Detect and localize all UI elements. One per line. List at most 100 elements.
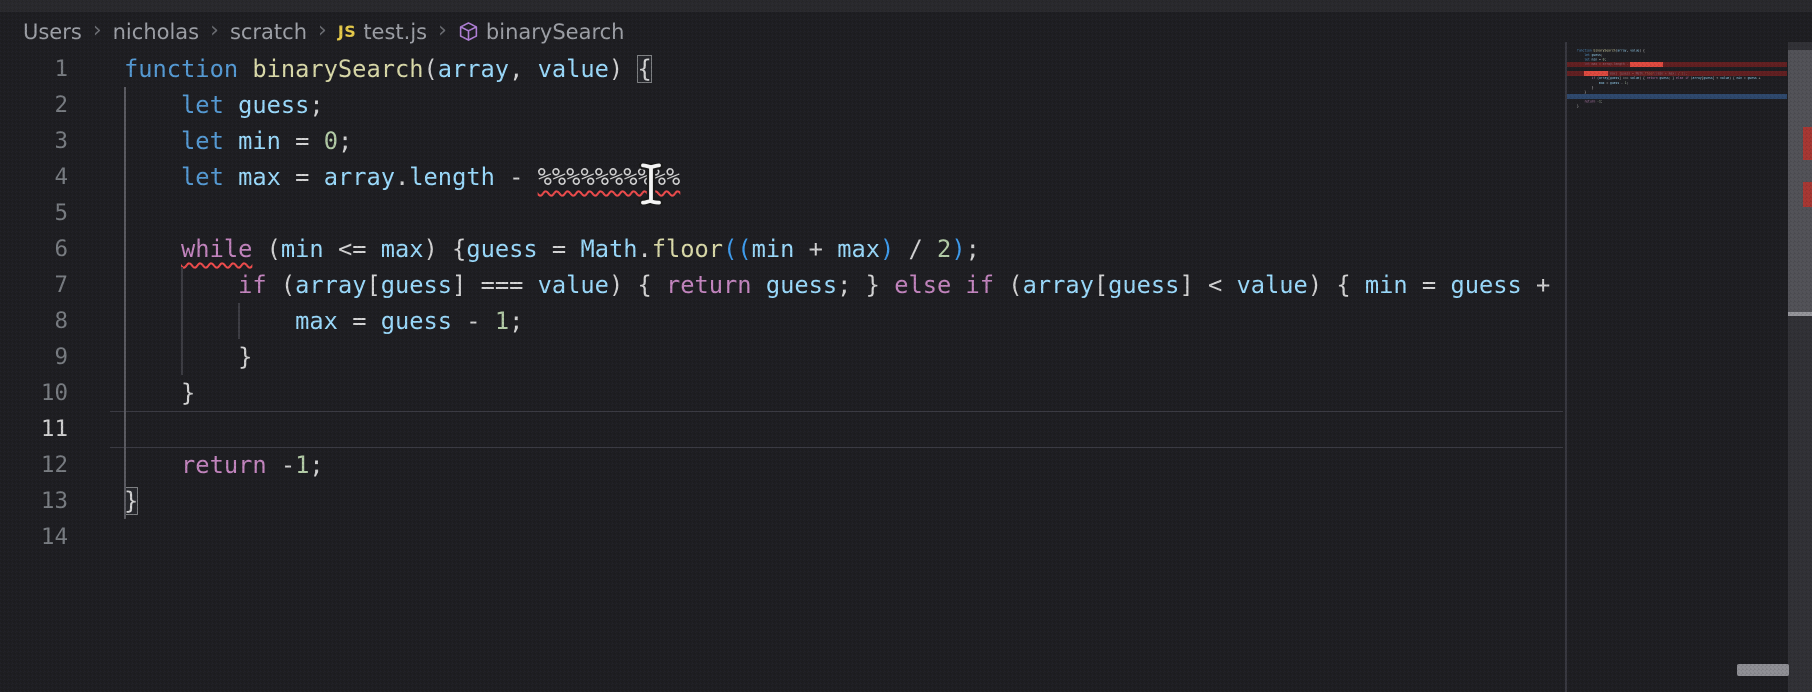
code-token: ): [880, 235, 894, 263]
code-line: 14: [0, 519, 1565, 555]
line-number[interactable]: 11: [0, 411, 68, 447]
code-token: =: [281, 163, 324, 191]
line-number[interactable]: 10: [0, 375, 68, 411]
code-token: min: [752, 235, 795, 263]
code-line-content[interactable]: if (array[guess] === value) { return gue…: [68, 267, 1550, 303]
code-line-content[interactable]: return -1;: [68, 447, 324, 483]
code-line-content[interactable]: let guess;: [68, 87, 324, 123]
breadcrumb-label: nicholas: [113, 20, 200, 44]
code-line-content[interactable]: function binarySearch(array, value) {: [68, 51, 652, 87]
line-number[interactable]: 13: [0, 483, 68, 519]
code-token: length: [409, 163, 495, 191]
code-token: [124, 235, 181, 263]
code-line-content[interactable]: [68, 195, 124, 231]
code-token: else: [1676, 76, 1683, 80]
line-number[interactable]: 6: [0, 231, 68, 267]
code-line: 10 }: [0, 375, 1565, 411]
line-number[interactable]: 7: [0, 267, 68, 303]
code-token: ] <: [1713, 76, 1720, 80]
scrollbar-error-mark: [1803, 182, 1812, 207]
code-token: ;: [1601, 99, 1603, 103]
code-line-content[interactable]: [68, 519, 124, 555]
line-number[interactable]: 5: [0, 195, 68, 231]
code-token: <=: [324, 235, 381, 263]
indent-guide: [181, 267, 183, 375]
minimap-error-chunk: [1630, 62, 1662, 67]
line-number[interactable]: 3: [0, 123, 68, 159]
breadcrumb-item-users[interactable]: Users: [23, 20, 82, 44]
code-line-content[interactable]: }: [68, 483, 138, 519]
code-token: =: [281, 127, 324, 155]
breadcrumb-item-scratch[interactable]: scratch: [230, 20, 307, 44]
breadcrumb-separator: ›: [93, 18, 102, 43]
code-line: 8 max = guess - 1;: [0, 303, 1565, 339]
breadcrumb-separator: ›: [318, 18, 327, 43]
code-token: return: [181, 451, 267, 479]
code-token: guess: [1450, 271, 1521, 299]
code-token: guess: [766, 271, 837, 299]
line-number[interactable]: 8: [0, 303, 68, 339]
code-token: [124, 451, 181, 479]
code-token: -: [495, 163, 538, 191]
minimap-line-content: }: [1577, 104, 1579, 109]
breadcrumb-separator: ›: [438, 18, 447, 43]
editor-code-area[interactable]: 1function binarySearch(array, value) {2 …: [0, 51, 1565, 692]
code-token: 1: [295, 451, 309, 479]
code-token: [124, 127, 181, 155]
code-token: }: [1577, 86, 1594, 90]
code-line-content[interactable]: }: [68, 375, 195, 411]
minimap[interactable]: function binarySearch(array, value) { le…: [1577, 48, 1787, 688]
code-token: guess: [1610, 81, 1619, 85]
breadcrumb-item-test-js[interactable]: JStest.js: [338, 20, 427, 44]
code-line: 9 }: [0, 339, 1565, 375]
code-token: array: [1599, 76, 1608, 80]
breadcrumb-label: scratch: [230, 20, 307, 44]
code-token: {: [1643, 49, 1645, 53]
code-token: ) {: [424, 235, 467, 263]
code-token: ) {: [1729, 76, 1736, 80]
minimap-error-band: [1567, 62, 1787, 67]
symbol-function-icon: [458, 21, 479, 42]
code-line-content[interactable]: let max = array.length - %%%%%%%%%%: [68, 159, 680, 195]
code-token: =: [1408, 271, 1451, 299]
line-number[interactable]: 1: [0, 51, 68, 87]
code-line: 1function binarySearch(array, value) {: [0, 51, 1565, 87]
code-token: if: [966, 271, 995, 299]
line-number[interactable]: 4: [0, 159, 68, 195]
code-line: 3 let min = 0;: [0, 123, 1565, 159]
breadcrumb-item-binarysearch[interactable]: binarySearch: [458, 20, 625, 44]
vertical-scrollbar-thumb-edge: [1788, 312, 1812, 316]
code-token: max: [238, 163, 281, 191]
code-token: -: [452, 307, 495, 335]
line-number[interactable]: 9: [0, 339, 68, 375]
line-number[interactable]: 12: [0, 447, 68, 483]
code-token: value: [1237, 271, 1308, 299]
code-token: ;: [1627, 81, 1629, 85]
code-token: [752, 271, 766, 299]
code-token: [124, 307, 295, 335]
code-token: +: [794, 235, 837, 263]
code-token: [1577, 99, 1584, 103]
horizontal-scrollbar-thumb[interactable]: [1737, 664, 1789, 676]
vertical-scrollbar[interactable]: [1788, 42, 1812, 692]
breadcrumb-item-nicholas[interactable]: nicholas: [113, 20, 200, 44]
indent-guide: [238, 303, 240, 339]
code-token: }: [1577, 104, 1579, 108]
line-number[interactable]: 2: [0, 87, 68, 123]
code-token: max: [295, 307, 338, 335]
code-line-content[interactable]: max = guess - 1;: [68, 303, 523, 339]
code-line: 6 while (min <= max) {guess = Math.floor…: [0, 231, 1565, 267]
code-token: array: [1023, 271, 1094, 299]
code-token: [1577, 58, 1584, 62]
line-number[interactable]: 14: [0, 519, 68, 555]
code-token: ;: [1601, 53, 1603, 57]
code-line-content[interactable]: let min = 0;: [68, 123, 352, 159]
code-line-content[interactable]: }: [68, 339, 252, 375]
code-token: floor: [652, 235, 723, 263]
code-token: [224, 163, 238, 191]
code-line-content[interactable]: while (min <= max) {guess = Math.floor((…: [68, 231, 980, 267]
code-token: ;: [966, 235, 980, 263]
code-token: [238, 55, 252, 83]
code-token: ] <: [1179, 271, 1236, 299]
code-token: ) {: [1308, 271, 1365, 299]
